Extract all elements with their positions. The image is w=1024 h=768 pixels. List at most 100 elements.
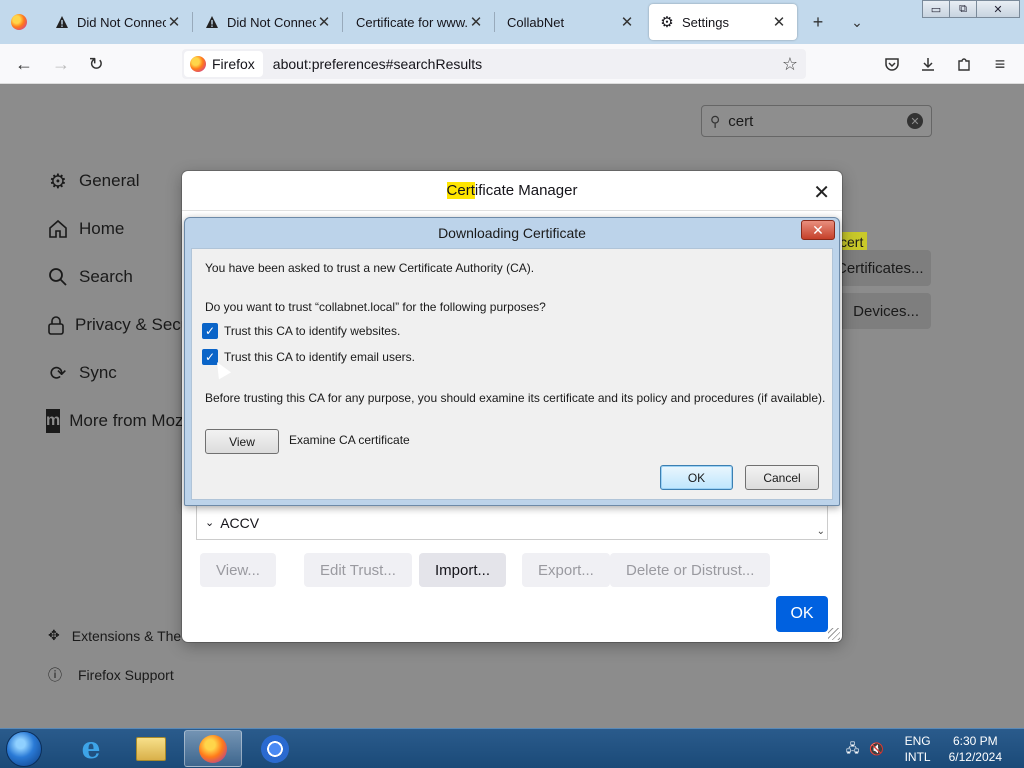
sidebar-item-label: More from Mozilla <box>69 411 182 430</box>
puzzle-icon: ✥ <box>48 627 60 643</box>
footer-link-label: Extensions & Themes <box>71 627 182 644</box>
sidebar-item-general[interactable]: ⚙ General <box>46 169 139 193</box>
ok-button[interactable]: OK <box>776 596 828 632</box>
close-icon[interactable]: ✕ <box>771 14 787 31</box>
firefox-icon <box>199 734 227 763</box>
network-icon[interactable]: 🖧 <box>845 741 861 757</box>
tree-row-label: ACCV <box>220 514 260 531</box>
view-description: Examine CA certificate <box>289 433 410 447</box>
scroll-down-icon[interactable]: ⌄ <box>817 526 825 537</box>
warning-icon <box>54 14 70 30</box>
resize-grip-icon[interactable] <box>828 628 840 640</box>
sidebar-item-label: Search <box>79 267 133 286</box>
chrome-icon <box>261 734 289 763</box>
sidebar-item-more-from-mozilla[interactable]: m More from Mozilla <box>46 409 182 433</box>
delete-or-distrust-button[interactable]: Delete or Distrust... <box>610 553 771 587</box>
close-button[interactable]: ✕ <box>801 220 835 240</box>
back-button[interactable]: ← <box>12 52 36 76</box>
list-all-tabs-button[interactable]: ⌄ <box>847 12 867 32</box>
internet-explorer-taskbar-item[interactable]: e <box>62 730 120 767</box>
chevron-down-icon: ⌄ <box>205 517 215 529</box>
firefox-taskbar-item[interactable] <box>184 730 242 767</box>
language-indicator[interactable]: ENG INTL <box>905 733 931 765</box>
sidebar-item-home[interactable]: Home <box>46 217 124 241</box>
sidebar-item-sync[interactable]: ⟳ Sync <box>46 361 117 385</box>
tab-title: Did Not Connect: Potential Security Issu… <box>77 14 166 30</box>
certificate-tree-row[interactable]: ⌄ ACCV ⌄ <box>196 506 828 540</box>
url-bar[interactable]: Firefox about:preferences#searchResults … <box>182 49 806 79</box>
menu-icon[interactable]: ≡ <box>988 52 1012 76</box>
import-button[interactable]: Import... <box>419 553 507 587</box>
export-button[interactable]: Export... <box>522 553 610 587</box>
trust-websites-checkbox[interactable]: ✓ Trust this CA to identify websites. <box>202 323 400 339</box>
pocket-icon[interactable] <box>880 52 904 76</box>
navigation-toolbar: ← → ↻ Firefox about:preferences#searchRe… <box>0 44 1024 84</box>
restore-button[interactable]: ⧉ <box>949 0 977 18</box>
downloads-icon[interactable] <box>916 52 940 76</box>
firefox-view-icon[interactable] <box>11 14 27 30</box>
identity-box[interactable]: Firefox <box>184 51 263 77</box>
settings-search-input[interactable]: ⚲ cert ✕ <box>701 105 932 137</box>
reload-button[interactable]: ↻ <box>84 52 108 76</box>
tab-separator <box>192 12 193 32</box>
tab-strip: Did Not Connect: Potential Security Issu… <box>0 0 1024 44</box>
footer-link-label: Firefox Support <box>78 667 174 683</box>
keyboard-layout: INTL <box>904 750 931 764</box>
tab-title: Certificate for www.google.com <box>356 14 468 30</box>
forward-button[interactable]: → <box>49 52 73 76</box>
sidebar-item-search[interactable]: Search <box>46 265 133 289</box>
tab-certificate-google[interactable]: Certificate for www.google.com ✕ <box>346 4 494 40</box>
title-rest: ificate Manager <box>474 182 578 199</box>
edit-trust-button[interactable]: Edit Trust... <box>304 553 412 587</box>
sidebar-item-label: General <box>79 171 140 190</box>
lock-icon <box>46 313 66 337</box>
view-button[interactable]: View... <box>200 553 276 587</box>
trust-email-checkbox[interactable]: ✓ Trust this CA to identify email users. <box>202 349 415 365</box>
firefox-icon <box>190 56 206 72</box>
checkbox-label: Trust this CA to identify email users. <box>224 350 415 364</box>
gear-icon: ⚙ <box>49 170 67 193</box>
cancel-button[interactable]: Cancel <box>745 465 819 490</box>
chrome-taskbar-item[interactable] <box>246 730 304 767</box>
system-tray: 🖧 🔇 ENG INTL 6:30 PM 6/12/2024 <box>845 729 1024 768</box>
tab-separator <box>494 12 495 32</box>
tab-did-not-connect-2[interactable]: Did Not Connect: Potential Security Issu… <box>194 4 342 40</box>
volume-muted-icon[interactable]: 🔇 <box>869 741 885 757</box>
tab-collabnet[interactable]: CollabNet ✕ <box>497 4 645 40</box>
tab-did-not-connect-1[interactable]: Did Not Connect: Potential Security Issu… <box>44 4 192 40</box>
ok-button[interactable]: OK <box>660 465 733 490</box>
tab-title: CollabNet <box>507 14 565 30</box>
dialog-body: You have been asked to trust a new Certi… <box>191 248 833 500</box>
new-tab-button[interactable]: + <box>808 12 828 32</box>
bookmark-star-icon[interactable]: ☆ <box>782 54 798 75</box>
mozilla-icon: m <box>46 409 61 433</box>
search-value: cert <box>728 112 754 130</box>
clear-search-icon[interactable]: ✕ <box>907 113 923 129</box>
close-window-button[interactable]: ✕ <box>976 0 1020 18</box>
extensions-themes-link[interactable]: ✥ Extensions & Themes <box>48 627 182 644</box>
home-icon <box>46 217 70 241</box>
tab-settings[interactable]: ⚙ Settings ✕ <box>649 4 797 40</box>
sidebar-item-privacy[interactable]: Privacy & Security <box>46 313 182 337</box>
close-icon[interactable]: ✕ <box>619 14 635 31</box>
extensions-icon[interactable] <box>952 52 976 76</box>
close-icon[interactable]: ✕ <box>813 180 830 205</box>
gear-icon: ⚙ <box>660 14 674 31</box>
dialog-title: Cert ificate Manager <box>182 171 842 211</box>
url-input[interactable]: about:preferences#searchResults <box>273 56 482 72</box>
tab-separator <box>342 12 343 32</box>
close-icon[interactable]: ✕ <box>468 14 484 31</box>
internet-explorer-icon: e <box>81 731 101 766</box>
minimize-button[interactable]: ▭ <box>922 0 950 18</box>
close-icon[interactable]: ✕ <box>166 14 182 31</box>
close-icon[interactable]: ✕ <box>316 14 332 31</box>
clock[interactable]: 6:30 PM 6/12/2024 <box>949 733 1002 765</box>
folder-icon <box>136 736 166 761</box>
checkmark-icon: ✓ <box>202 323 218 339</box>
search-icon: ⚲ <box>710 112 721 129</box>
window-controls: ▭ ⧉ ✕ <box>922 0 1020 20</box>
file-explorer-taskbar-item[interactable] <box>122 730 180 767</box>
firefox-support-link[interactable]: ⓘ Firefox Support <box>48 665 174 685</box>
start-button[interactable] <box>6 731 42 767</box>
view-certificate-button[interactable]: View <box>205 429 279 454</box>
